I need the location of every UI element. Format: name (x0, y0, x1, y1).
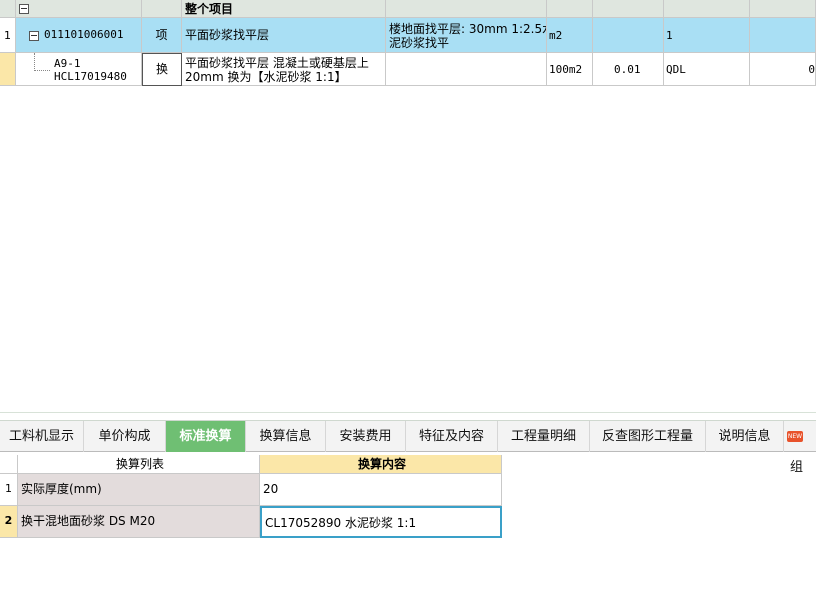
row1-code: 011101006001 (44, 28, 124, 41)
bottom-row-index: 2 (0, 506, 18, 538)
collapse-all-icon[interactable] (19, 4, 29, 14)
header-unit-cell (547, 0, 593, 18)
row2-expr[interactable]: QDL (664, 53, 750, 86)
header-index-cell (0, 0, 16, 18)
row1-unit[interactable]: m2 (547, 18, 593, 53)
tab-labor-material[interactable]: 工料机显示 (0, 421, 84, 452)
header-title: 整个项目 (182, 0, 386, 18)
tab-conversion-info[interactable]: 换算信息 (246, 421, 326, 452)
bottom-row-index: 1 (0, 474, 18, 506)
row1-code-cell[interactable]: 011101006001 (16, 18, 142, 53)
bottom-row-name: 换干混地面砂浆 DS M20 (18, 506, 260, 538)
new-badge-icon: NEW (787, 431, 803, 442)
row1-expr[interactable]: 1 (664, 18, 750, 53)
splitter[interactable] (0, 412, 816, 413)
tab-quantity-detail[interactable]: 工程量明细 (498, 421, 590, 452)
detail-tabs: 工料机显示 单价构成 标准换算 换算信息 安装费用 特征及内容 工程量明细 反查… (0, 420, 816, 475)
row2-name[interactable]: 平面砂浆找平层 混凝土或硬基层上 20mm 换为【水泥砂浆 1:1】 (182, 53, 386, 86)
tab-standard-conversion[interactable]: 标准换算 (166, 421, 246, 452)
row2-code-line1: A9-1 (54, 57, 81, 70)
row1-name[interactable]: 平面砂浆找平层 (182, 18, 386, 53)
col-conversion-list: 换算列表 (18, 455, 260, 474)
row2-last[interactable]: 0 (750, 53, 816, 86)
row1-feature-line1: 楼地面找平层: 30mm 1:2.5水 (389, 22, 547, 36)
row2-code-line2: HCL17019480 (54, 70, 127, 83)
row2-code-cell[interactable]: A9-1 HCL17019480 ⋯ (16, 53, 142, 86)
bottom-row-value[interactable]: 20 (260, 474, 502, 506)
tree-line-branch (34, 70, 50, 72)
row2-name-line2: 20mm 换为【水泥砂浆 1:1】 (185, 70, 347, 84)
header-type-cell (142, 0, 182, 18)
row2-qty[interactable]: 0.01 (593, 53, 664, 86)
collapse-icon[interactable] (29, 31, 39, 41)
row1-feature-line2: 泥砂浆找平 (389, 36, 450, 50)
row2-feature-cell[interactable] (386, 53, 547, 86)
row2-name-line1: 平面砂浆找平层 混凝土或硬基层上 (185, 56, 369, 70)
row2-type[interactable]: 换 (142, 53, 182, 86)
conversion-grid: 换算列表 换算内容 1 实际厚度(mm) 20 2 换干混地面砂浆 DS M20… (0, 455, 502, 538)
row2-index (0, 53, 16, 86)
row-index: 1 (0, 18, 16, 53)
tab-reverse-lookup[interactable]: 反查图形工程量 (590, 421, 706, 452)
row1-type[interactable]: 项 (142, 18, 182, 53)
header-code-cell (16, 0, 142, 18)
row1-feature[interactable]: 楼地面找平层: 30mm 1:2.5水 泥砂浆找平 (386, 18, 547, 53)
tab-group[interactable]: NEW 组 (784, 421, 816, 475)
item-grid: 整个项目 1 011101006001 项 平面砂浆找平层 楼地面找平层: 30… (0, 0, 816, 86)
tree-line (34, 53, 36, 71)
row1-last-cell[interactable] (750, 18, 816, 53)
header-feature-cell (386, 0, 547, 18)
header-expr-cell (664, 0, 750, 18)
header-qty-cell (593, 0, 664, 18)
tab-group-label: 组 (790, 460, 804, 475)
bottom-header-index (0, 455, 18, 474)
row1-qty-cell[interactable] (593, 18, 664, 53)
col-conversion-content: 换算内容 (260, 455, 502, 474)
row2-unit[interactable]: 100m2 (547, 53, 593, 86)
tab-description[interactable]: 说明信息 (706, 421, 784, 452)
tab-install-fee[interactable]: 安装费用 (326, 421, 406, 452)
tab-features[interactable]: 特征及内容 (406, 421, 498, 452)
header-last-cell (750, 0, 816, 18)
bottom-row-name: 实际厚度(mm) (18, 474, 260, 506)
bottom-row-value-selected[interactable]: CL17052890 水泥砂浆 1:1 (260, 506, 502, 538)
tab-unit-price[interactable]: 单价构成 (84, 421, 166, 452)
